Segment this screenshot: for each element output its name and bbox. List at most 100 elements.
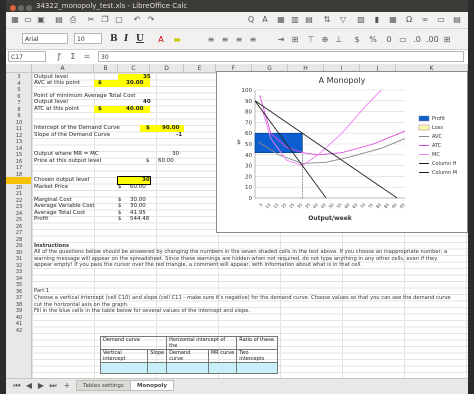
last-sheet-icon[interactable]: ⏭: [48, 381, 58, 391]
copy-icon[interactable]: ❐: [100, 15, 110, 25]
new-doc-icon[interactable]: ▦: [10, 15, 20, 25]
spreadsheet-grid[interactable]: A B C D E F G H I J K 3 4 5 6 7 8 9 10 11 12 13 14 1…: [6, 64, 468, 378]
undo-icon[interactable]: ↶: [132, 15, 142, 25]
x-axis-label: Output/week: [308, 215, 353, 222]
column-header-D[interactable]: D: [150, 64, 184, 73]
pivot-icon[interactable]: ▦: [388, 15, 398, 25]
symbol-icon[interactable]: Ω: [404, 15, 414, 25]
sort-icon[interactable]: ⇅: [322, 15, 332, 25]
bold-icon[interactable]: B: [110, 34, 118, 44]
x-tick-label: 10: [264, 202, 271, 209]
label-avc: AVC at this point: [34, 80, 80, 86]
merge-icon[interactable]: ⊞: [290, 35, 300, 45]
highlight-icon[interactable]: ▬: [172, 35, 182, 45]
top-align-icon[interactable]: ⊤: [306, 35, 316, 45]
grid-icon[interactable]: ▦: [276, 15, 286, 25]
column-header-C[interactable]: C: [118, 64, 150, 73]
corner-select-all[interactable]: [6, 64, 32, 73]
font-name-select[interactable]: Arial: [22, 33, 68, 44]
cut-icon[interactable]: ✂: [86, 15, 96, 25]
table-cell-mr[interactable]: [207, 362, 238, 374]
x-tick-label: 95: [399, 202, 406, 209]
justify-icon[interactable]: ≡: [248, 35, 258, 45]
header-icon[interactable]: ▤: [452, 15, 462, 25]
value-mr-mc: 30: [172, 151, 179, 157]
x-tick-label: 75: [367, 202, 374, 209]
filter-icon[interactable]: ▽: [338, 15, 348, 25]
column-header-A[interactable]: A: [32, 64, 94, 73]
underline-icon[interactable]: U: [136, 34, 144, 44]
align-right-icon[interactable]: ≡: [234, 35, 244, 45]
align-center-icon[interactable]: ≡: [220, 35, 230, 45]
instructions-body: All of the questions below should be ans…: [34, 249, 448, 268]
number-icon[interactable]: 0: [384, 35, 394, 45]
remove-decimal-icon[interactable]: .00: [426, 35, 439, 45]
value-intercept[interactable]: 90.00: [162, 125, 179, 132]
column-header-E[interactable]: E: [184, 64, 216, 73]
sum-icon[interactable]: Σ: [68, 52, 78, 62]
formula-icon[interactable]: =: [82, 52, 92, 62]
tab-monopoly[interactable]: Monopoly: [130, 380, 175, 391]
monopoly-chart[interactable]: A Monopoly 0 10 20 30 40 50 60 70 80 90 100 5 10 15 20…: [216, 71, 468, 233]
x-tick-label: 30: [296, 202, 303, 209]
bottom-align-icon[interactable]: ⊥: [334, 35, 344, 45]
currency-icon[interactable]: $: [352, 35, 362, 45]
add-sheet-icon[interactable]: +: [62, 381, 72, 391]
row-header-17-highlight[interactable]: [6, 177, 32, 184]
image-icon[interactable]: ▧: [356, 15, 366, 25]
comment-icon[interactable]: ▭: [436, 15, 446, 25]
calc-window: 34322_monopoly_test.xls - LibreOffice Ca…: [6, 0, 468, 394]
name-box[interactable]: C17: [8, 51, 46, 62]
row-header-42[interactable]: 42: [6, 328, 32, 335]
center-align-icon[interactable]: ⊕: [320, 35, 330, 45]
spelling-icon[interactable]: A: [260, 15, 270, 25]
cols-icon[interactable]: ▤: [304, 15, 314, 25]
value-output-level-2: 40: [143, 99, 151, 105]
paste-icon[interactable]: ▢: [114, 15, 124, 25]
legend-label: ATC: [432, 143, 442, 149]
link-icon[interactable]: ∞: [420, 15, 430, 25]
open-icon[interactable]: ▭: [23, 15, 33, 25]
rows-icon[interactable]: ▥: [290, 15, 300, 25]
value-chosen[interactable]: 30: [142, 177, 150, 184]
percent-icon[interactable]: %: [368, 35, 378, 45]
pdf-icon[interactable]: ▤: [54, 15, 64, 25]
font-size-select[interactable]: 10: [74, 33, 102, 44]
first-sheet-icon[interactable]: ⏮: [12, 381, 22, 391]
column-header-B[interactable]: B: [94, 64, 118, 73]
value-output-level[interactable]: 35: [143, 74, 151, 81]
borders-icon[interactable]: ⊞: [442, 35, 452, 45]
y-tick-label: 90: [245, 99, 252, 105]
row-headers[interactable]: 3456789101112131415161718192021222324252…: [6, 73, 32, 378]
tab-tables-settings[interactable]: Tables settings: [76, 380, 131, 391]
prev-sheet-icon[interactable]: ◀: [24, 381, 34, 391]
date-icon[interactable]: ▭: [398, 35, 408, 45]
redo-icon[interactable]: ↷: [146, 15, 156, 25]
add-decimal-icon[interactable]: .0: [412, 35, 422, 45]
print-icon[interactable]: ⎙: [68, 15, 78, 25]
part1-heading: Part 1: [34, 288, 50, 294]
wrap-icon[interactable]: ⇥: [276, 35, 286, 45]
x-tick-label: 70: [359, 202, 366, 209]
italic-icon[interactable]: I: [124, 34, 128, 44]
th-demand: Demand curve: [166, 349, 209, 363]
value-market-price: 60.00: [130, 184, 146, 190]
table-cell-slope[interactable]: [147, 362, 168, 374]
value-slope[interactable]: -1: [176, 132, 182, 139]
value-profit-symbol: $: [118, 216, 122, 222]
function-wizard-icon[interactable]: ƒ: [54, 52, 64, 62]
table-cell-demand[interactable]: [166, 362, 209, 374]
y-tick-label: 40: [245, 153, 252, 159]
table-cell-vertical[interactable]: [99, 362, 149, 374]
y-tick-label: 20: [245, 174, 252, 180]
chart-icon[interactable]: ▮: [372, 15, 382, 25]
x-tick-label: 45: [320, 202, 327, 209]
table-cell-ratio[interactable]: [236, 362, 278, 374]
align-left-icon[interactable]: ≡: [206, 35, 216, 45]
find-icon[interactable]: Q: [246, 15, 256, 25]
save-icon[interactable]: ▣: [36, 15, 46, 25]
next-sheet-icon[interactable]: ▶: [36, 381, 46, 391]
y-tick-label: 80: [245, 110, 252, 116]
font-color-icon[interactable]: A: [156, 35, 166, 45]
formula-input[interactable]: 30: [98, 51, 464, 62]
